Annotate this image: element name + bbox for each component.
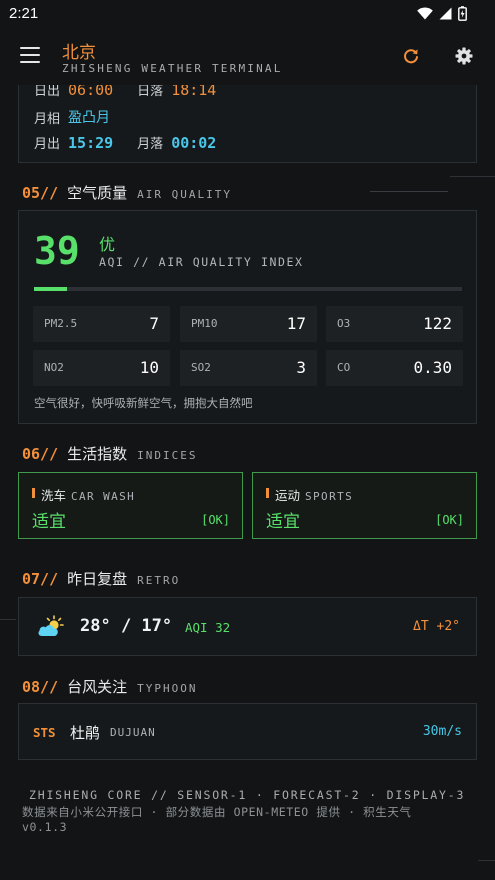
battery-charging-icon [458, 6, 467, 21]
section-title: 生活指数 [67, 445, 128, 463]
app-bar: 北京 ZHISHENG WEATHER TERMINAL [0, 28, 495, 85]
air-quality-note: 空气很好，快呼吸新鲜空气，拥抱大自然吧 [34, 396, 253, 410]
moon-phase-label: 月相 [34, 111, 61, 127]
moonset-value: 00:02 [171, 133, 217, 152]
section-retro-header: 07// 昨日复盘 RETRO [22, 568, 180, 589]
aqi-progress-bar [34, 287, 462, 291]
aqi-index-label: AQI // AIR QUALITY INDEX [99, 255, 304, 269]
pollutant-name: SO2 [191, 361, 211, 374]
typhoon-card[interactable]: STS 杜鹃 DUJUAN 30m/s [18, 703, 477, 760]
section-air-quality-header: 05// 空气质量 AIR QUALITY [22, 182, 232, 203]
footer-version: v0.1.3 [22, 820, 68, 834]
moonrise-label: 月出 [34, 137, 61, 152]
section-subtitle: AIR QUALITY [137, 188, 232, 201]
pollutant-so2: SO2 3 [180, 350, 317, 386]
section-subtitle: RETRO [137, 574, 181, 587]
typhoon-name: 杜鹃 [70, 724, 101, 742]
pollutant-pm25: PM2.5 7 [33, 306, 170, 342]
air-quality-card: 39 优 AQI // AIR QUALITY INDEX PM2.5 7 PM… [18, 210, 477, 424]
refresh-icon[interactable] [402, 47, 420, 65]
section-indices-header: 06// 生活指数 INDICES [22, 443, 198, 464]
pollutant-name: NO2 [44, 361, 64, 374]
pollutant-value: 0.30 [413, 358, 452, 377]
index-name: 洗车 CAR WASH [41, 488, 136, 503]
index-status-tag: [OK] [435, 513, 464, 527]
section-title: 昨日复盘 [67, 570, 128, 588]
status-bar: 2:21 [0, 0, 495, 28]
section-number: 08// [22, 678, 59, 696]
app-subtitle: ZHISHENG WEATHER TERMINAL [62, 62, 283, 75]
status-time: 2:21 [9, 5, 39, 22]
index-marker [32, 488, 35, 498]
settings-gear-icon[interactable] [455, 47, 473, 65]
retro-aqi: AQI 32 [185, 620, 231, 635]
footer-system-line: ZHISHENG CORE // SENSOR-1 · FORECAST-2 ·… [29, 788, 466, 802]
partly-cloudy-icon [38, 615, 64, 636]
index-value: 适宜 [32, 512, 66, 532]
typhoon-status: STS [33, 725, 56, 740]
section-subtitle: TYPHOON [137, 682, 198, 695]
index-status-tag: [OK] [201, 513, 230, 527]
section-title: 台风关注 [67, 678, 128, 696]
typhoon-name-en: DUJUAN [110, 726, 156, 739]
moonset-label: 月落 [137, 137, 164, 152]
pollutant-no2: NO2 10 [33, 350, 170, 386]
moon-phase-value: 盈凸月 [68, 110, 111, 126]
index-card-sports[interactable]: 运动 SPORTS 适宜 [OK] [252, 472, 477, 539]
decor-line [450, 176, 495, 177]
aqi-level: 优 [99, 235, 116, 254]
index-name: 运动 SPORTS [275, 488, 354, 503]
index-marker [266, 488, 269, 498]
city-title[interactable]: 北京 [62, 38, 96, 63]
aqi-value: 39 [34, 229, 80, 273]
moon-phase-row: 月相 盈凸月 [34, 107, 110, 127]
wifi-icon [417, 7, 433, 20]
index-card-car-wash[interactable]: 洗车 CAR WASH 适宜 [OK] [18, 472, 243, 539]
section-subtitle: INDICES [137, 449, 198, 462]
decor-line [0, 619, 16, 620]
section-number: 05// [22, 184, 59, 202]
pollutant-name: CO [337, 361, 351, 374]
section-divider [370, 191, 448, 192]
aqi-progress-fill [34, 287, 68, 291]
sun-moon-card: 日出 06:00 日落 18:14 月相 盈凸月 月出 15:29 月落 00:… [18, 72, 477, 163]
retro-temperatures: 28° / 17° [80, 616, 173, 636]
pollutant-o3: O3 122 [326, 306, 463, 342]
section-title: 空气质量 [67, 184, 128, 202]
section-number: 07// [22, 570, 59, 588]
pollutant-name: PM2.5 [44, 317, 78, 330]
retro-card: 28° / 17° AQI 32 ΔT +2° [18, 597, 477, 656]
pollutant-value: 7 [149, 314, 159, 333]
moon-row: 月出 15:29 月落 00:02 [34, 133, 240, 153]
pollutant-value: 122 [423, 314, 452, 333]
decor-line [478, 860, 495, 861]
section-typhoon-header: 08// 台风关注 TYPHOON [22, 676, 198, 697]
pollutant-name: O3 [337, 317, 351, 330]
system-icons [417, 6, 467, 21]
menu-icon [20, 47, 40, 49]
retro-temperature-delta: ΔT +2° [413, 619, 460, 634]
footer-source-line: 数据来自小米公开接口 · 部分数据由 OPEN-METEO 提供 · 积生天气 [22, 805, 412, 819]
pollutant-co: CO 0.30 [326, 350, 463, 386]
pollutant-pm10: PM10 17 [180, 306, 317, 342]
index-value: 适宜 [266, 512, 300, 532]
section-number: 06// [22, 445, 59, 463]
menu-button[interactable] [20, 47, 40, 63]
pollutant-value: 17 [286, 314, 306, 333]
signal-icon [439, 7, 452, 20]
moonrise-value: 15:29 [68, 133, 114, 152]
pollutant-name: PM10 [191, 317, 218, 330]
pollutant-value: 3 [296, 358, 306, 377]
pollutant-value: 10 [139, 358, 159, 377]
typhoon-wind-speed: 30m/s [422, 724, 462, 739]
